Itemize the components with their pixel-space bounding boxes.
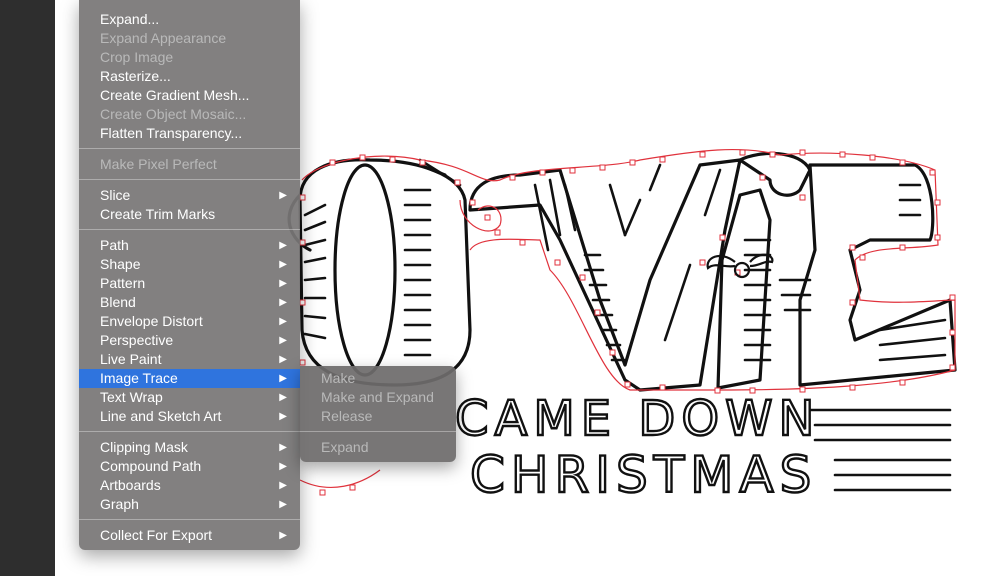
submenu-arrow-icon: ▶: [279, 240, 287, 251]
menu-item-path[interactable]: Path ▶: [79, 236, 300, 255]
menu-item-label: Path: [100, 237, 129, 253]
menu-item-label: Text Wrap: [100, 389, 163, 405]
menu-item-create-object-mosaic: Create Object Mosaic...: [79, 105, 300, 124]
menu-item-make-pixel-perfect: Make Pixel Perfect: [79, 155, 300, 174]
submenu-arrow-icon: ▶: [279, 335, 287, 346]
menu-item-graph[interactable]: Graph ▶: [79, 495, 300, 514]
menu-item-label: Rasterize...: [100, 68, 171, 84]
menu-item-label: Expand: [321, 439, 369, 455]
menu-item-label: Artboards: [100, 477, 161, 493]
menu-separator: [79, 148, 300, 149]
submenu-arrow-icon: ▶: [279, 480, 287, 491]
menu-separator: [79, 519, 300, 520]
submenu-arrow-icon: ▶: [279, 278, 287, 289]
submenu-arrow-icon: ▶: [279, 392, 287, 403]
menu-item-label: Shape: [100, 256, 141, 272]
menu-item-label: Collect For Export: [100, 527, 213, 543]
menu-item-line-and-sketch-art[interactable]: Line and Sketch Art ▶: [79, 407, 300, 426]
menu-item-slice[interactable]: Slice ▶: [79, 186, 300, 205]
menu-item-label: Line and Sketch Art: [100, 408, 222, 424]
submenu-arrow-icon: ▶: [279, 190, 287, 201]
menu-item-label: Expand...: [100, 11, 160, 27]
submenu-arrow-icon: ▶: [279, 411, 287, 422]
menu-item-artboards[interactable]: Artboards ▶: [79, 476, 300, 495]
menu-separator: [79, 431, 300, 432]
menu-item-label: Make and Expand: [321, 389, 434, 405]
menu-separator: [79, 229, 300, 230]
submenu-item-make-and-expand: Make and Expand: [300, 388, 456, 407]
menu-item-expand-appearance: Expand Appearance: [79, 29, 300, 48]
menu-item-label: Graph: [100, 496, 139, 512]
submenu-arrow-icon: ▶: [279, 316, 287, 327]
menu-separator: [300, 431, 456, 432]
menu-item-label: Make Pixel Perfect: [100, 156, 217, 172]
menu-item-flatten-transparency[interactable]: Flatten Transparency...: [79, 124, 300, 143]
menu-separator: [79, 179, 300, 180]
submenu-item-release: Release: [300, 407, 456, 426]
submenu-arrow-icon: ▶: [279, 442, 287, 453]
submenu-arrow-icon: ▶: [279, 259, 287, 270]
menu-item-blend[interactable]: Blend ▶: [79, 293, 300, 312]
menu-item-label: Envelope Distort: [100, 313, 203, 329]
menu-item-create-gradient-mesh[interactable]: Create Gradient Mesh...: [79, 86, 300, 105]
submenu-arrow-icon: ▶: [279, 354, 287, 365]
menu-item-label: Create Trim Marks: [100, 206, 216, 222]
menu-item-image-trace[interactable]: Image Trace ▶: [79, 369, 300, 388]
submenu-arrow-icon: ▶: [279, 373, 287, 384]
submenu-arrow-icon: ▶: [279, 297, 287, 308]
menu-item-label: Make: [321, 370, 356, 386]
menu-item-compound-path[interactable]: Compound Path ▶: [79, 457, 300, 476]
menu-item-label: Live Paint: [100, 351, 162, 367]
menu-item-create-trim-marks[interactable]: Create Trim Marks: [79, 205, 300, 224]
menu-item-label: Blend: [100, 294, 136, 310]
menu-item-label: Compound Path: [100, 458, 202, 474]
menu-item-label: Perspective: [100, 332, 174, 348]
submenu-item-make: Make: [300, 369, 456, 388]
menu-item-label: Create Gradient Mesh...: [100, 87, 250, 103]
menu-item-live-paint[interactable]: Live Paint ▶: [79, 350, 300, 369]
menu-item-label: Flatten Transparency...: [100, 125, 243, 141]
submenu-arrow-icon: ▶: [279, 530, 287, 541]
submenu-arrow-icon: ▶: [279, 461, 287, 472]
menu-item-label: Expand Appearance: [100, 30, 227, 46]
menu-item-crop-image: Crop Image: [79, 48, 300, 67]
menu-item-envelope-distort[interactable]: Envelope Distort ▶: [79, 312, 300, 331]
menu-item-pattern[interactable]: Pattern ▶: [79, 274, 300, 293]
menu-item-label: Crop Image: [100, 49, 174, 65]
menu-item-label: Pattern: [100, 275, 146, 291]
menu-item-text-wrap[interactable]: Text Wrap ▶: [79, 388, 300, 407]
menu-item-label: Clipping Mask: [100, 439, 188, 455]
menu-item-rasterize[interactable]: Rasterize...: [79, 67, 300, 86]
submenu-arrow-icon: ▶: [279, 499, 287, 510]
menu-item-perspective[interactable]: Perspective ▶: [79, 331, 300, 350]
menu-item-label: Release: [321, 408, 373, 424]
menu-item-collect-for-export[interactable]: Collect For Export ▶: [79, 526, 300, 545]
submenu-item-expand: Expand: [300, 438, 456, 457]
object-menu: Expand... Expand Appearance Crop Image Rast…: [79, 0, 300, 550]
menu-item-expand[interactable]: Expand...: [79, 10, 300, 29]
menu-item-shape[interactable]: Shape ▶: [79, 255, 300, 274]
menu-item-label: Create Object Mosaic...: [100, 106, 247, 122]
menu-item-label: Image Trace: [100, 370, 178, 386]
lettering-line-christmas: christmas: [470, 446, 817, 504]
menu-item-label: Slice: [100, 187, 131, 203]
letter-outlines: [287, 151, 957, 392]
image-trace-submenu: Make Make and Expand Release Expand: [300, 366, 456, 462]
menu-item-clipping-mask[interactable]: Clipping Mask ▶: [79, 438, 300, 457]
lettering-line-came-down: came down: [455, 391, 820, 447]
